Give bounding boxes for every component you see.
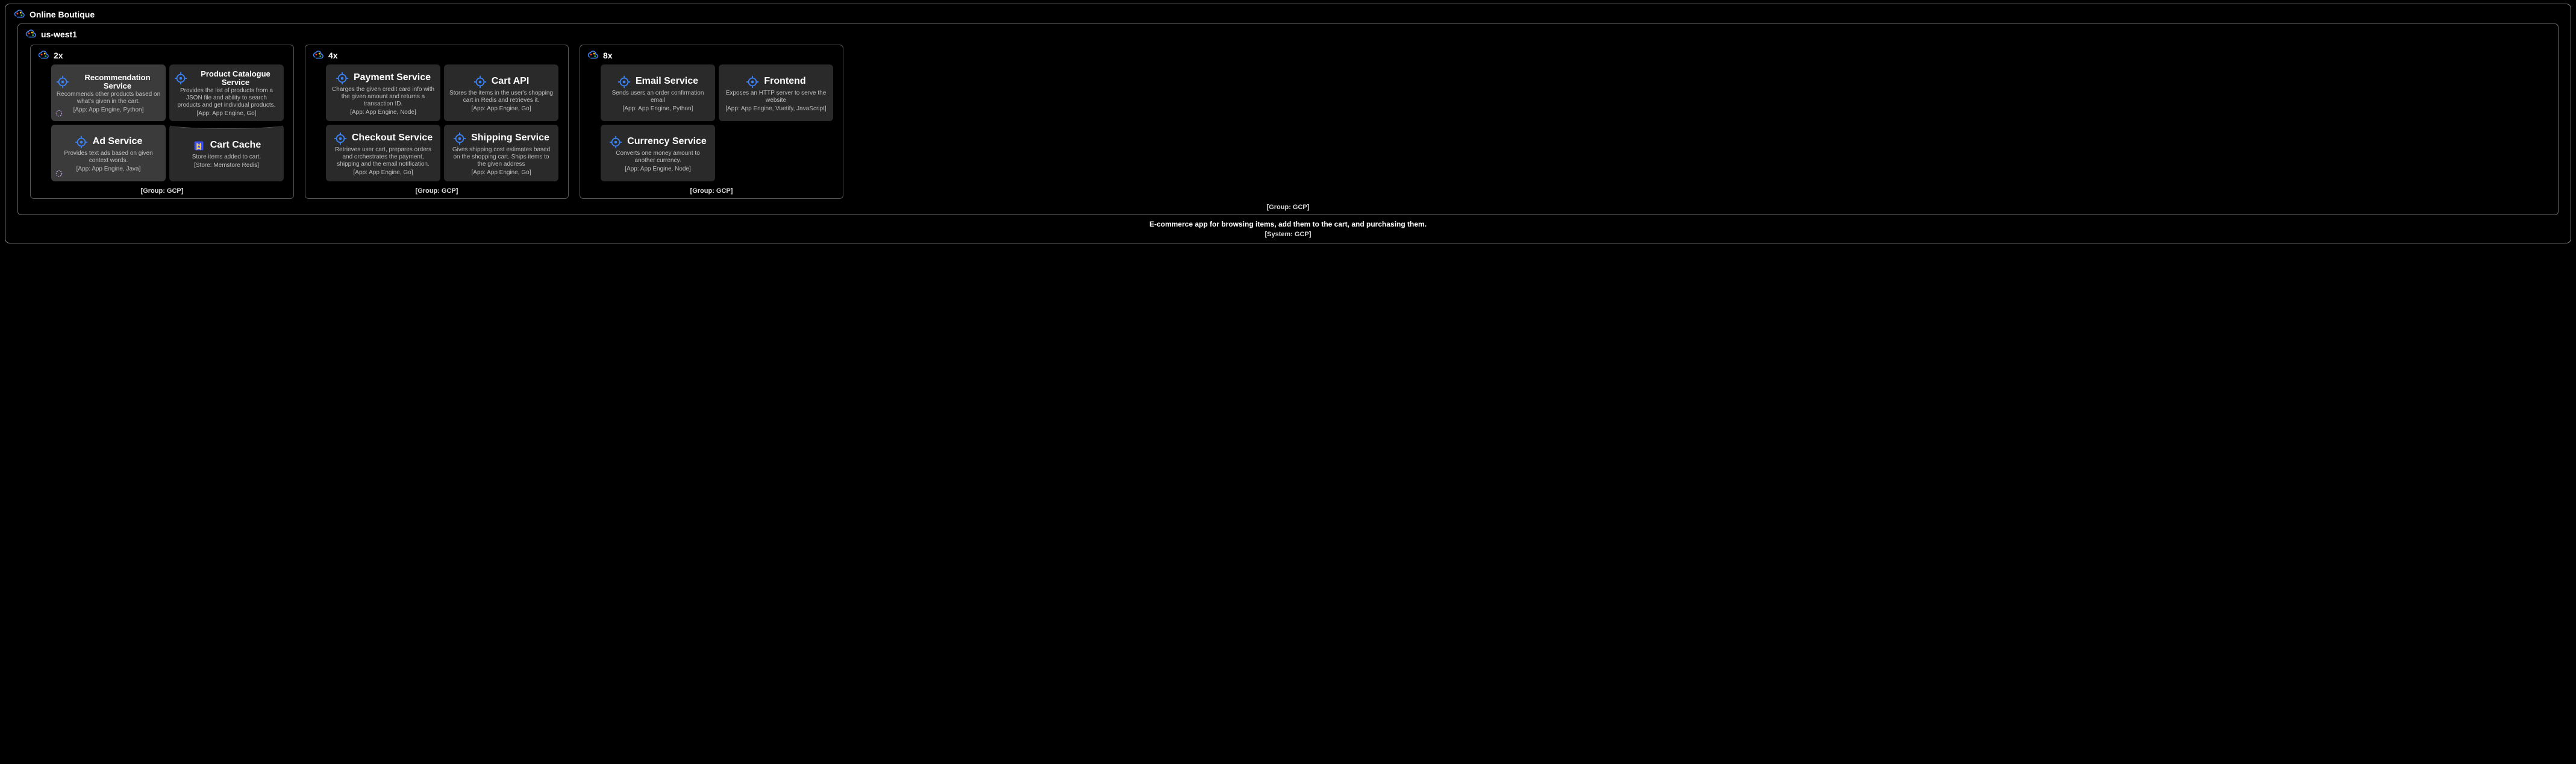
- card-meta: [App: App Engine, Go]: [472, 169, 531, 176]
- card-title-row: Product Catalogue Service: [174, 70, 279, 86]
- card-title-row: Cart API: [474, 75, 530, 89]
- gcp-cloud-icon: [25, 29, 36, 40]
- service-card-recommendation-service[interactable]: Recommendation Service Recommends other …: [51, 64, 166, 121]
- service-card-shipping-service[interactable]: Shipping Service Gives shipping cost est…: [444, 125, 558, 181]
- target-icon: [334, 132, 347, 145]
- group-header: 2x: [37, 49, 287, 64]
- group-box: 4x Payment Service Charges the given cre…: [305, 45, 569, 199]
- card-title: Email Service: [636, 77, 698, 87]
- card-meta: [App: App Engine, Vuetify, JavaScript]: [725, 105, 826, 112]
- group-title: 8x: [603, 51, 613, 60]
- card-meta: [Store: Memstore Redis]: [194, 162, 259, 169]
- card-description: Converts one money amount to another cur…: [605, 150, 710, 164]
- gcp-cloud-icon: [38, 50, 49, 61]
- card-meta: [App: App Engine, Go]: [354, 169, 413, 176]
- card-title: Cart Cache: [210, 140, 261, 151]
- system-header: Online Boutique: [11, 8, 2565, 23]
- group-box: 2x Recommendation Service Recommends oth…: [30, 45, 294, 199]
- cards-grid: Recommendation Service Recommends other …: [37, 64, 287, 185]
- card-description: Provides the list of products from a JSO…: [174, 87, 279, 109]
- service-card-payment-service[interactable]: Payment Service Charges the given credit…: [326, 64, 440, 121]
- target-icon: [56, 75, 69, 89]
- service-card-checkout-service[interactable]: Checkout Service Retrieves user cart, pr…: [326, 125, 440, 181]
- card-meta: [App: App Engine, Python]: [73, 107, 144, 113]
- card-description: Retrieves user cart, prepares orders and…: [331, 146, 436, 168]
- card-description: Stores the items in the user's shopping …: [449, 90, 554, 104]
- card-title: Shipping Service: [471, 133, 549, 143]
- card-title: Currency Service: [627, 137, 707, 147]
- group-title: 2x: [54, 51, 63, 60]
- card-meta: [App: App Engine, Node]: [350, 109, 416, 116]
- target-icon: [453, 132, 466, 145]
- card-description: Sends users an order confirmation email: [605, 90, 710, 104]
- card-title-row: Payment Service: [336, 72, 431, 85]
- region-footer: [Group: GCP]: [24, 201, 2552, 212]
- card-title-row: Ad Service: [75, 136, 143, 149]
- target-icon: [746, 75, 759, 89]
- service-card-ad-service[interactable]: Ad Service Provides text ads based on gi…: [51, 125, 166, 181]
- group-footer: [Group: GCP]: [37, 185, 287, 196]
- cards-grid: Email Service Sends users an order confi…: [586, 64, 837, 185]
- cards-grid: Payment Service Charges the given credit…: [311, 64, 562, 185]
- group-footer: [Group: GCP]: [586, 185, 837, 196]
- card-meta: [App: App Engine, Node]: [625, 166, 691, 172]
- card-description: Gives shipping cost estimates based on t…: [449, 146, 554, 168]
- card-description: Recommends other products based on what'…: [56, 91, 161, 105]
- group-box: 8x Email Service Sends users an order co…: [580, 45, 843, 199]
- card-meta: [App: App Engine, Java]: [77, 166, 141, 172]
- card-description: Provides text ads based on given context…: [56, 150, 161, 164]
- card-title: Payment Service: [354, 73, 431, 83]
- card-meta: [App: App Engine, Go]: [197, 110, 257, 117]
- card-title: Recommendation Service: [74, 74, 161, 90]
- region-header: us-west1: [24, 28, 2552, 43]
- card-meta: [App: App Engine, Python]: [623, 105, 693, 112]
- group-header: 4x: [311, 49, 562, 64]
- card-description: Store items added to cart.: [192, 154, 261, 161]
- system-description: E-commerce app for browsing items, add t…: [11, 218, 2565, 228]
- card-title-row: Frontend: [746, 75, 805, 89]
- card-title-row: Cart Cache: [192, 139, 261, 152]
- card-title: Cart API: [492, 77, 530, 87]
- service-card-email-service[interactable]: Email Service Sends users an order confi…: [601, 64, 715, 121]
- card-title-row: Shipping Service: [453, 132, 549, 145]
- card-meta: [App: App Engine, Go]: [472, 105, 531, 112]
- card-description: Charges the given credit card info with …: [331, 86, 436, 108]
- gcp-cloud-icon: [313, 50, 324, 61]
- target-icon: [474, 75, 487, 89]
- loading-swirl-icon: [55, 109, 63, 117]
- service-card-currency-service[interactable]: Currency Service Converts one money amou…: [601, 125, 715, 181]
- region-box: us-west1 2x Recommendation Service Recom…: [17, 23, 2559, 215]
- group-header: 8x: [586, 49, 837, 64]
- system-footer: [System: GCP]: [11, 228, 2565, 239]
- service-card-product-catalogue-service[interactable]: Product Catalogue Service Provides the l…: [169, 64, 284, 121]
- target-icon: [609, 136, 622, 149]
- group-title: 4x: [328, 51, 338, 60]
- target-icon: [75, 136, 88, 149]
- card-title-row: Email Service: [617, 75, 698, 89]
- card-title: Ad Service: [93, 137, 143, 147]
- service-card-cart-api[interactable]: Cart API Stores the items in the user's …: [444, 64, 558, 121]
- card-description: Exposes an HTTP server to serve the webs…: [724, 90, 828, 104]
- card-title: Frontend: [764, 77, 805, 87]
- service-card-frontend[interactable]: Frontend Exposes an HTTP server to serve…: [719, 64, 833, 121]
- card-title-row: Recommendation Service: [56, 74, 161, 90]
- system-box: Online Boutique us-west1 2x: [5, 4, 2571, 243]
- region-title: us-west1: [41, 30, 77, 39]
- loading-swirl-icon: [55, 169, 63, 178]
- service-card-cart-cache[interactable]: Cart Cache Store items added to cart. [S…: [169, 125, 284, 181]
- redis-icon: [192, 139, 205, 152]
- card-title: Product Catalogue Service: [192, 70, 279, 86]
- card-title-row: Checkout Service: [334, 132, 433, 145]
- system-title: Online Boutique: [30, 10, 95, 19]
- gcp-cloud-icon: [14, 9, 25, 20]
- target-icon: [336, 72, 349, 85]
- groups-row: 2x Recommendation Service Recommends oth…: [24, 43, 2552, 201]
- card-title-row: Currency Service: [609, 136, 707, 149]
- gcp-cloud-icon: [587, 50, 598, 61]
- target-icon: [617, 75, 631, 89]
- card-title: Checkout Service: [352, 133, 433, 143]
- group-footer: [Group: GCP]: [311, 185, 562, 196]
- target-icon: [174, 72, 187, 85]
